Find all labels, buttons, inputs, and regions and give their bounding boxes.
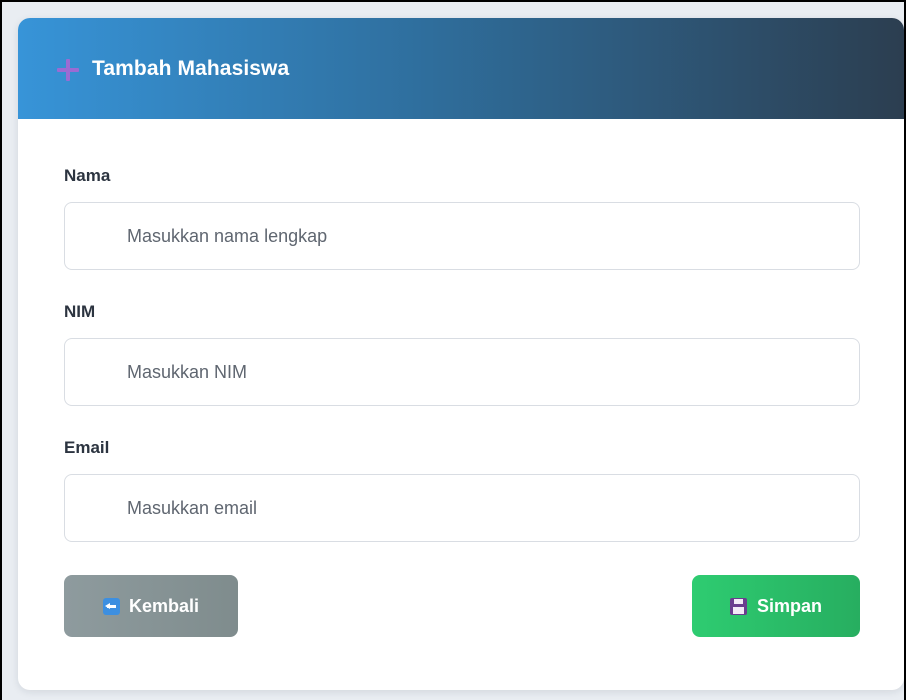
add-student-form: Nama NIM Email Kembali Simpan xyxy=(64,167,860,637)
nama-input-wrapper xyxy=(64,202,860,270)
save-button-label: Simpan xyxy=(756,595,822,616)
back-button[interactable]: Kembali xyxy=(64,575,238,637)
save-button[interactable]: Simpan xyxy=(692,575,860,637)
card-header: Tambah Mahasiswa xyxy=(18,18,904,119)
email-input[interactable] xyxy=(65,475,859,541)
add-student-card: Tambah Mahasiswa Nama NIM Email Kembali xyxy=(18,18,904,690)
back-button-label: Kembali xyxy=(128,595,200,616)
page-title: Tambah Mahasiswa xyxy=(92,56,290,80)
back-arrow-icon xyxy=(102,597,120,615)
floppy-disk-icon xyxy=(729,597,747,615)
nama-label: Nama xyxy=(64,166,111,185)
nim-input[interactable] xyxy=(65,339,859,405)
nim-label: NIM xyxy=(64,302,96,321)
form-actions: Kembali Simpan xyxy=(64,575,860,637)
email-input-wrapper xyxy=(64,474,860,542)
nim-input-wrapper xyxy=(64,338,860,406)
form-body: Nama NIM Email Kembali Simpan xyxy=(18,119,904,637)
email-label: Email xyxy=(64,438,110,457)
nama-input[interactable] xyxy=(65,203,859,269)
plus-icon xyxy=(56,58,80,82)
